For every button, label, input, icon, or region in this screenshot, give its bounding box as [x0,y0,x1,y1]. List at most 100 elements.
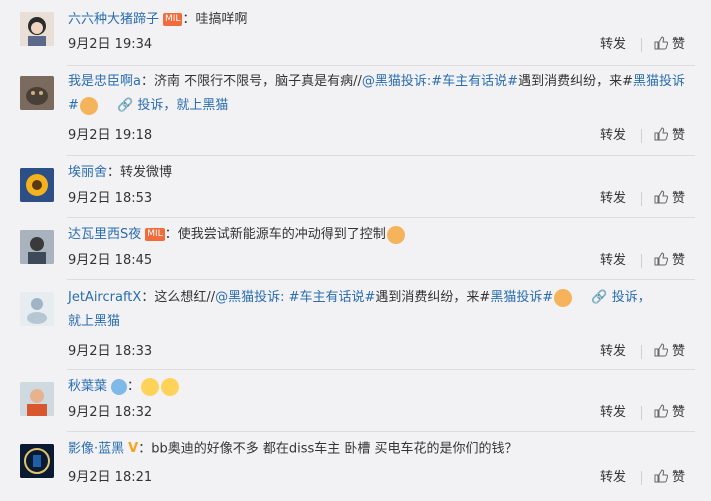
avatar-image-icon [20,12,54,46]
comment-text: 六六种大猪蹄子 MIL ：哇搞咩啊 [68,8,688,32]
comment-item: 我是忠臣啊a：济南 不限行不限号，脑子真是有病//@黑猫投诉:#车主有话说#遇到… [0,66,711,156]
hashtag-link[interactable]: :#车主有话说# [427,74,518,89]
comment-item: 埃丽舍：转发微博 9月2日 18:53 转发 赞 [0,156,711,218]
avatar[interactable] [20,168,54,202]
like-label: 赞 [672,405,686,420]
avatar[interactable] [20,382,54,416]
action-divider [641,192,642,206]
comment-body: ：转发微博 [107,165,173,180]
comment-time: 9月2日 18:33 [68,344,153,359]
repost-button[interactable]: 转发 [600,251,626,271]
comment-time: 9月2日 18:32 [68,405,153,420]
comment-username[interactable]: JetAircraftX [68,290,141,305]
like-label: 赞 [672,470,686,485]
comment-text: 埃丽舍：转发微博 [68,161,688,185]
comment-time: 9月2日 18:45 [68,253,153,268]
like-label: 赞 [672,128,686,143]
like-button[interactable]: 赞 [654,189,685,209]
comment-text: 影像·蓝黑 V：bb奥迪的好像不多 都在diss车主 卧槽 买电车花的是你们的钱？ [68,437,688,462]
comment-username[interactable]: 秋葉葉 [68,379,107,394]
action-divider [641,38,642,52]
action-divider [641,471,642,485]
like-button[interactable]: 赞 [654,403,685,423]
comment-item: JetAircraftX：这么想红//@黑猫投诉: #车主有话说#遇到消费纠纷，… [0,280,711,370]
comment-time: 9月2日 18:53 [68,191,153,206]
comment-item: 六六种大猪蹄子 MIL ：哇搞咩啊 9月2日 19:34 转发 赞 [0,0,711,66]
verified-v-icon: V [128,441,139,456]
thumb-up-icon [654,127,668,141]
complaint-link-label: 投诉， [611,290,651,305]
comment-body-cont: 遇到消费纠纷，来# [375,290,491,305]
like-button[interactable]: 赞 [654,126,685,146]
member-badge: MIL [145,228,165,241]
action-divider [641,129,642,143]
repost-button[interactable]: 转发 [600,35,626,55]
avatar[interactable] [20,230,54,264]
avatar-image-icon [20,230,54,264]
comment-username[interactable]: 我是忠臣啊a [68,74,141,89]
comment-body: ：bb奥迪的好像不多 都在diss车主 卧槽 买电车花的是你们的钱？ [138,441,518,457]
avatar-image-icon [20,382,54,416]
hashtag-link[interactable]: : #车主有话说# [280,290,375,305]
repost-button[interactable]: 转发 [600,403,626,423]
comment-item: 秋葉葉 ： 9月2日 18:32 转发 赞 [0,370,711,432]
clap-emoji-icon [79,96,98,115]
like-button[interactable]: 赞 [654,468,685,488]
like-label: 赞 [672,37,686,52]
thumb-up-icon [654,252,668,266]
comment-body-cont: 遇到消费纠纷，来# [518,74,633,89]
comment-username[interactable]: 影像·蓝黑 [68,442,124,457]
comment-text: 达瓦里西S夜 MIL ：使我尝试新能源车的冲动得到了控制 [68,223,688,247]
comment-username[interactable]: 埃丽舍 [68,165,107,180]
member-badge: MIL [163,13,183,26]
thumb-up-icon [654,469,668,483]
comment-username[interactable]: 达瓦里西S夜 [68,227,141,242]
comment-body: ：这么想红// [141,290,216,305]
comment-body: ： [127,379,141,394]
comment-time: 9月2日 18:21 [68,470,153,485]
repost-button[interactable]: 转发 [600,468,626,488]
avatar[interactable] [20,76,54,110]
comment-body: ：济南 不限行不限号，脑子真是有病// [140,74,362,89]
thumb-up-icon [654,36,668,50]
complaint-link-cont[interactable]: 就上黑猫 [68,314,120,329]
comment-text: 秋葉葉 ： [68,375,688,399]
avatar[interactable] [20,444,54,478]
avatar[interactable] [20,292,54,326]
comment-list: 六六种大猪蹄子 MIL ：哇搞咩啊 9月2日 19:34 转发 赞 我是忠臣啊a：济… [0,0,711,501]
mention-link[interactable]: @黑猫投诉 [362,74,427,89]
mention-link[interactable]: @黑猫投诉 [215,290,280,305]
link-icon: 🔗 [591,290,608,305]
comment-text: 我是忠臣啊a：济南 不限行不限号，脑子真是有病//@黑猫投诉:#车主有话说#遇到… [68,70,688,118]
avatar-image-icon [20,76,54,110]
complaint-link[interactable]: 🔗 投诉，就上黑猫 [117,98,228,113]
comment-body: ：使我尝试新能源车的冲动得到了控制 [164,227,386,242]
comment-item: 影像·蓝黑 V：bb奥迪的好像不多 都在diss车主 卧槽 买电车花的是你们的钱？… [0,432,711,501]
action-divider [641,406,642,420]
repost-button[interactable]: 转发 [600,189,626,209]
like-label: 赞 [672,191,686,206]
comment-body: ：哇搞咩啊 [182,12,248,27]
sunflower-icon [20,168,54,202]
yum-emoji-icon [141,377,160,396]
avatar-image-icon [20,292,54,326]
vip-badge-icon [111,378,128,395]
comment-text: JetAircraftX：这么想红//@黑猫投诉: #车主有话说#遇到消费纠纷，… [68,286,688,334]
hashtag-link[interactable]: 黑猫投诉# [490,290,553,305]
thumb-up-icon [654,404,668,418]
comment-username[interactable]: 六六种大猪蹄子 [68,12,159,27]
thumb-up-icon [654,190,668,204]
like-button[interactable]: 赞 [654,35,685,55]
inter-logo-icon [20,444,54,478]
comment-item: 达瓦里西S夜 MIL ：使我尝试新能源车的冲动得到了控制 9月2日 18:45 转发… [0,218,711,280]
like-button[interactable]: 赞 [654,342,685,362]
complaint-link[interactable]: 🔗 投诉， [591,290,650,305]
action-divider [641,345,642,359]
avatar[interactable] [20,12,54,46]
link-icon: 🔗 [117,98,134,113]
like-button[interactable]: 赞 [654,251,685,271]
repost-button[interactable]: 转发 [600,126,626,146]
action-divider [641,254,642,268]
complaint-link-label: 投诉，就上黑猫 [137,98,229,113]
repost-button[interactable]: 转发 [600,342,626,362]
